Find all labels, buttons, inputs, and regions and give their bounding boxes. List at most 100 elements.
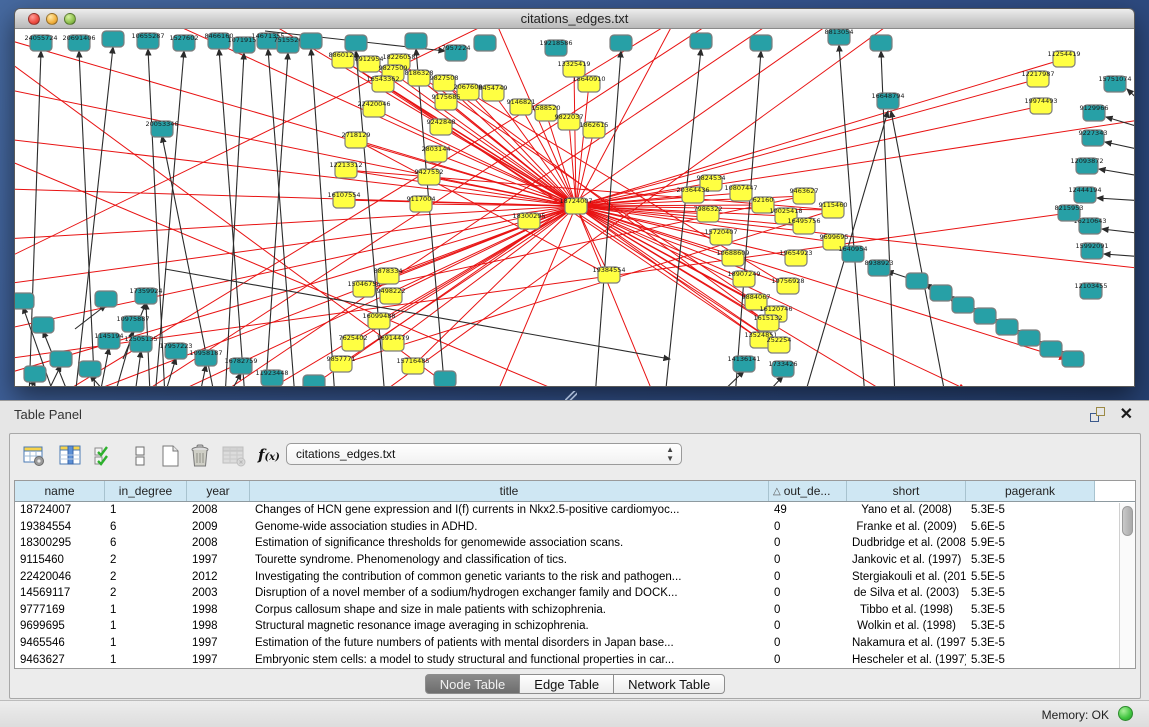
cell-title[interactable]: Structural magnetic resonance image aver…	[250, 620, 769, 632]
network-node-teal[interactable]: 12093872	[1070, 157, 1103, 174]
cell-in_degree[interactable]: 6	[105, 521, 187, 533]
table-row[interactable]: 946554611997Estimation of the future num…	[15, 635, 1135, 652]
network-node-yellow[interactable]: 19974493	[1024, 97, 1057, 114]
cell-title[interactable]: Embryonic stem cells: a model to study s…	[250, 654, 769, 666]
network-node-teal[interactable]: 7515526	[274, 36, 303, 53]
network-node-teal[interactable]: 1527602	[170, 34, 199, 51]
network-node-teal[interactable]: 8215953	[1055, 204, 1084, 221]
network-node-teal[interactable]	[750, 35, 772, 51]
network-node-yellow[interactable]: 1862615	[580, 121, 609, 138]
cell-out_de[interactable]: 0	[769, 521, 847, 533]
cell-year[interactable]: 2012	[187, 571, 250, 583]
network-node-teal[interactable]	[870, 35, 892, 51]
network-window-titlebar[interactable]: citations_edges.txt	[15, 9, 1134, 29]
network-node-teal[interactable]: 24055724	[24, 34, 57, 51]
network-node-teal[interactable]	[300, 33, 322, 49]
table-row[interactable]: 1872400712008Changes of HCN gene express…	[15, 502, 1135, 519]
network-canvas[interactable]: 1872400788601238912954182260589827509165…	[15, 29, 1134, 386]
scrollbar-thumb[interactable]	[1122, 506, 1133, 536]
network-node-teal[interactable]: 12444194	[1068, 186, 1101, 203]
cell-out_de[interactable]: 0	[769, 637, 847, 649]
cell-short[interactable]: Stergiakouli et al. (2012)	[847, 571, 966, 583]
cell-year[interactable]: 2003	[187, 587, 250, 599]
cell-pagerank[interactable]: 5.3E-5	[966, 637, 1095, 649]
network-node-teal[interactable]	[95, 291, 117, 307]
network-node-teal[interactable]: 16648794	[871, 92, 904, 109]
network-node-teal[interactable]	[303, 375, 325, 386]
cell-short[interactable]: de Silva et al. (2003)	[847, 587, 966, 599]
cell-name[interactable]: 9115460	[15, 554, 105, 566]
network-node-yellow[interactable]: 9242848	[427, 118, 456, 135]
cell-name[interactable]: 18300295	[15, 537, 105, 549]
cell-short[interactable]: Franke et al. (2009)	[847, 521, 966, 533]
network-node-teal[interactable]	[952, 297, 974, 313]
cell-title[interactable]: Genome-wide association studies in ADHD.	[250, 521, 769, 533]
column-header-out_de[interactable]: △out_de...	[769, 481, 847, 501]
network-node-yellow[interactable]: 15720407	[704, 228, 737, 245]
network-node-teal[interactable]: 15992091	[1075, 242, 1108, 259]
cell-out_de[interactable]: 0	[769, 604, 847, 616]
function-builder-icon[interactable]: f(x)	[258, 446, 286, 474]
cell-in_degree[interactable]: 1	[105, 504, 187, 516]
network-node-yellow[interactable]: 8454749	[479, 84, 508, 101]
column-header-in_degree[interactable]: in_degree	[105, 481, 187, 501]
network-node-teal[interactable]	[15, 293, 34, 309]
network-node-teal[interactable]	[474, 35, 496, 51]
cell-short[interactable]: Jankovic et al. (1997)	[847, 554, 966, 566]
network-node-yellow[interactable]: 9857771	[327, 355, 356, 372]
cell-pagerank[interactable]: 5.3E-5	[966, 604, 1095, 616]
cell-year[interactable]: 1997	[187, 654, 250, 666]
cell-year[interactable]: 1998	[187, 604, 250, 616]
network-node-teal[interactable]: 15751074	[1098, 75, 1131, 92]
cell-year[interactable]: 2008	[187, 537, 250, 549]
column-header-title[interactable]: title	[250, 481, 769, 501]
column-header-name[interactable]: name	[15, 481, 105, 501]
cell-out_de[interactable]: 0	[769, 654, 847, 666]
cell-out_de[interactable]: 0	[769, 571, 847, 583]
cell-title[interactable]: Investigating the contribution of common…	[250, 571, 769, 583]
cell-short[interactable]: Nakamura et al. (1997)	[847, 637, 966, 649]
network-node-teal[interactable]	[405, 33, 427, 49]
network-node-teal[interactable]	[1040, 341, 1062, 357]
cell-pagerank[interactable]: 5.3E-5	[966, 504, 1095, 516]
network-node-teal[interactable]: 7957224	[442, 44, 471, 61]
cell-name[interactable]: 22420046	[15, 571, 105, 583]
network-node-teal[interactable]	[610, 35, 632, 51]
network-node-yellow[interactable]: 9117004	[407, 195, 436, 212]
network-node-teal[interactable]	[345, 35, 367, 51]
network-node-teal[interactable]	[1062, 351, 1084, 367]
cell-out_de[interactable]: 0	[769, 554, 847, 566]
network-node-yellow[interactable]: 12217987	[1021, 70, 1054, 87]
column-header-pagerank[interactable]: pagerank	[966, 481, 1095, 501]
table-row[interactable]: 977716911998Corpus callosum shape and si…	[15, 602, 1135, 619]
cell-out_de[interactable]: 0	[769, 587, 847, 599]
cell-pagerank[interactable]: 5.5E-5	[966, 571, 1095, 583]
cell-short[interactable]: Dudbridge et al. (2008)	[847, 537, 966, 549]
network-node-yellow[interactable]: 1615132	[754, 314, 783, 331]
table-row[interactable]: 1938455462009Genome-wide association stu…	[15, 519, 1135, 536]
cell-short[interactable]: Yano et al. (2008)	[847, 504, 966, 516]
network-node-yellow[interactable]: 9175685	[432, 93, 461, 110]
network-node-teal[interactable]: 8938923	[865, 259, 894, 276]
cell-short[interactable]: Wolkin et al. (1998)	[847, 620, 966, 632]
network-node-yellow[interactable]: 16495756	[787, 217, 820, 234]
network-node-yellow[interactable]: 8878334	[374, 267, 403, 284]
cell-in_degree[interactable]: 2	[105, 587, 187, 599]
network-node-teal[interactable]	[974, 308, 996, 324]
cell-year[interactable]: 1997	[187, 554, 250, 566]
checklist-icon[interactable]	[90, 442, 118, 470]
network-node-teal[interactable]	[24, 366, 46, 382]
table-row[interactable]: 946362711997Embryonic stem cells: a mode…	[15, 651, 1135, 668]
network-node-teal[interactable]: 10958187	[189, 349, 222, 366]
cell-name[interactable]: 9463627	[15, 654, 105, 666]
network-node-yellow[interactable]: 19654923	[779, 249, 812, 266]
cell-title[interactable]: Disruption of a novel member of a sodium…	[250, 587, 769, 599]
tab-edge-table[interactable]: Edge Table	[520, 674, 614, 694]
network-node-yellow[interactable]: 12213312	[329, 161, 362, 178]
table-row[interactable]: 911546021997Tourette syndrome. Phenomeno…	[15, 552, 1135, 569]
cell-pagerank[interactable]: 5.3E-5	[966, 654, 1095, 666]
cell-name[interactable]: 9465546	[15, 637, 105, 649]
table-row[interactable]: 969969511998Structural magnetic resonanc…	[15, 618, 1135, 635]
cell-year[interactable]: 1998	[187, 620, 250, 632]
cell-pagerank[interactable]: 5.3E-5	[966, 587, 1095, 599]
